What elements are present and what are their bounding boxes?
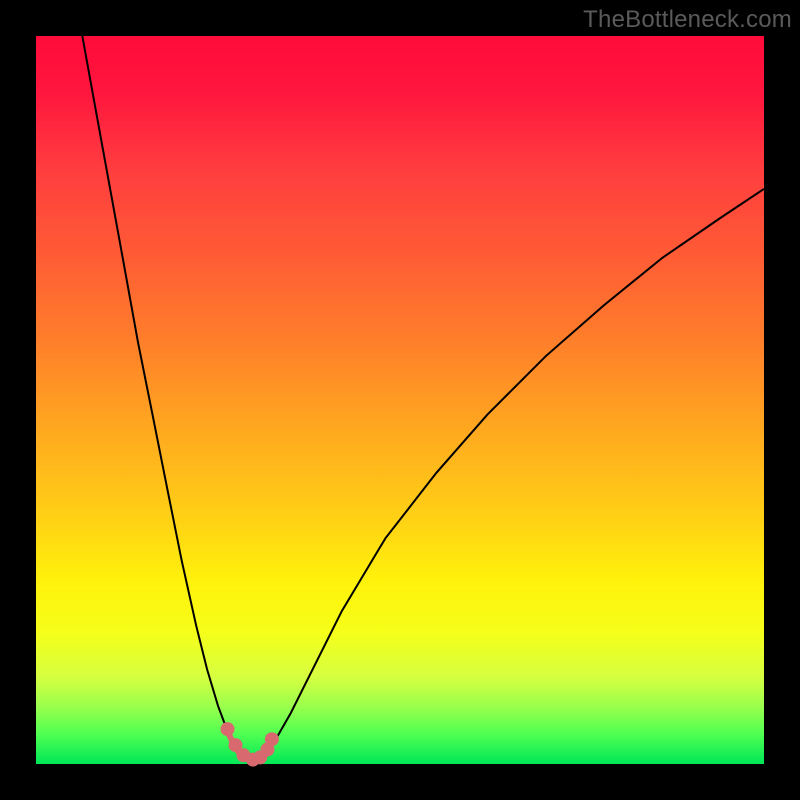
watermark-text: TheBottleneck.com [583, 6, 792, 34]
curve-right-branch [263, 189, 764, 758]
plot-area [36, 36, 764, 764]
data-marker [221, 723, 234, 736]
chart-svg [36, 36, 764, 764]
marker-group [221, 723, 278, 767]
curve-left-branch [80, 21, 244, 757]
data-marker [265, 733, 278, 746]
chart-frame: TheBottleneck.com [0, 0, 800, 800]
